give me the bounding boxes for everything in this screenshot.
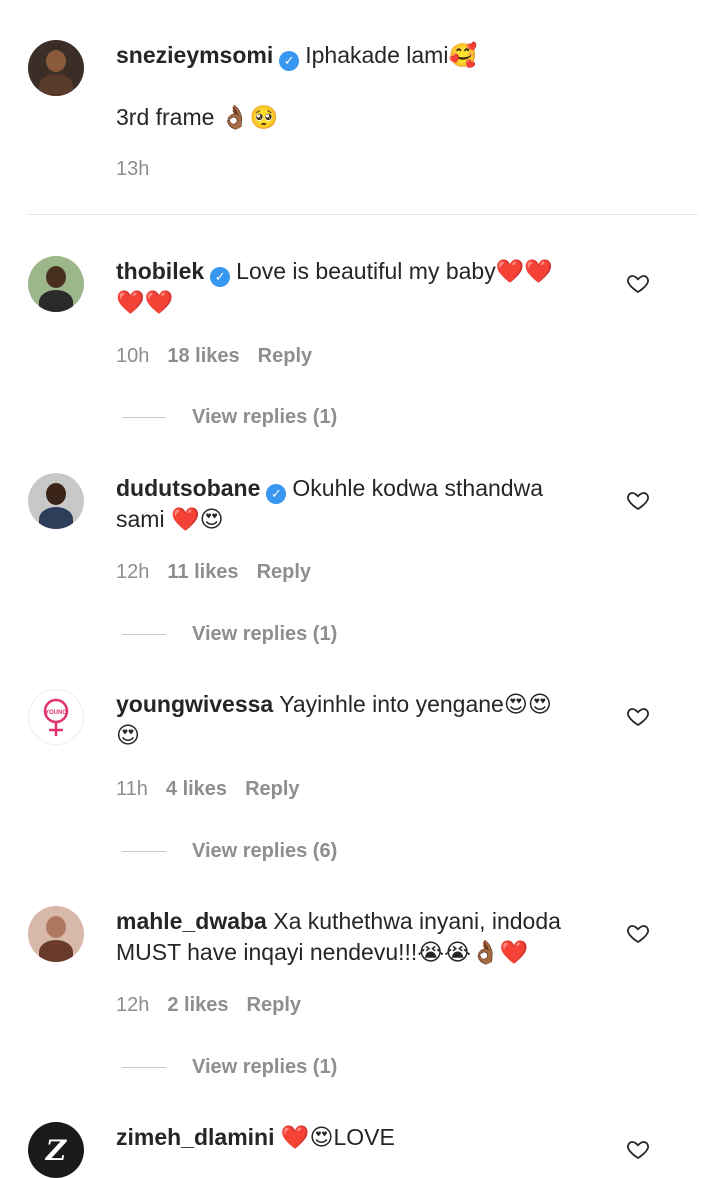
likes-count[interactable]: 2 likes (167, 994, 228, 1016)
replies-divider-line (122, 1067, 166, 1068)
verified-badge-icon: ✓ (266, 484, 287, 504)
view-replies-label: View replies (1) (192, 1056, 338, 1078)
likes-count[interactable]: 18 likes (167, 345, 239, 367)
comment-username[interactable]: snezieymsomi (116, 42, 273, 68)
comment-text-line2: ❤️❤️ (116, 289, 174, 315)
heart-outline-icon[interactable] (626, 1137, 650, 1161)
replies-divider-line (122, 417, 166, 418)
comment-text: Love is beautiful my baby❤️❤️ (236, 258, 553, 284)
view-replies-label: View replies (6) (192, 840, 338, 862)
comment-username[interactable]: zimeh_dlamini (116, 1124, 274, 1150)
reply-button[interactable]: Reply (245, 778, 299, 800)
heart-outline-icon[interactable] (626, 704, 650, 728)
comment-text: Iphakade lami🥰 (305, 42, 478, 68)
comment-username[interactable]: youngwivessa (116, 691, 273, 717)
comment-username[interactable]: mahle_dwaba (116, 908, 267, 934)
avatar[interactable]: YOUNG (28, 689, 84, 745)
reply-button[interactable]: Reply (258, 345, 312, 367)
verified-badge-icon: ✓ (279, 51, 300, 71)
divider (28, 214, 698, 215)
likes-count[interactable]: 4 likes (166, 778, 227, 800)
view-replies-button[interactable]: View replies (1) (122, 1056, 337, 1079)
replies-divider-line (122, 634, 166, 635)
view-replies-label: View replies (1) (192, 623, 338, 645)
comment-time: 12h (116, 561, 150, 583)
avatar[interactable] (28, 40, 84, 96)
reply-button[interactable]: Reply (247, 994, 301, 1016)
verified-badge-icon: ✓ (210, 267, 231, 287)
reply-button[interactable]: Reply (257, 561, 311, 583)
logo-text: Z (45, 1134, 68, 1167)
logo-text: YOUNG (45, 710, 67, 716)
comment-username[interactable]: dudutsobane (116, 475, 260, 501)
comment-time: 12h (116, 994, 150, 1016)
comment-text: Xa kuthethwa inyani, indoda (273, 908, 561, 934)
avatar[interactable] (28, 473, 84, 529)
comment-text: Okuhle kodwa sthandwa (292, 475, 543, 501)
heart-outline-icon[interactable] (626, 271, 650, 295)
heart-outline-icon[interactable] (626, 488, 650, 512)
avatar[interactable] (28, 906, 84, 962)
comment-text-line2: 3rd frame 👌🏾🥺 (116, 104, 279, 130)
comment-text-line2: MUST have inqayi nendevu!!!😭😭👌🏾❤️ (116, 939, 529, 965)
view-replies-label: View replies (1) (192, 406, 338, 428)
view-replies-button[interactable]: View replies (6) (122, 840, 337, 863)
view-replies-button[interactable]: View replies (1) (122, 406, 337, 429)
view-replies-button[interactable]: View replies (1) (122, 623, 337, 646)
comment-username[interactable]: thobilek (116, 258, 204, 284)
comment-text-line2: sami ❤️😍 (116, 506, 224, 532)
venus-logo-icon: YOUNG (43, 698, 69, 736)
comment-text: ❤️😍LOVE (280, 1124, 395, 1150)
avatar[interactable] (28, 256, 84, 312)
avatar[interactable]: Z (28, 1122, 84, 1178)
comment-time: 13h (116, 158, 150, 180)
comment-time: 10h (116, 345, 150, 367)
comment-text: Yayinhle into yengane😍😍 (279, 691, 552, 717)
comment-text-line2: 😍 (116, 722, 140, 748)
replies-divider-line (122, 851, 166, 852)
comment-time: 11h (116, 778, 148, 800)
z-logo-icon: Z (45, 1134, 68, 1167)
likes-count[interactable]: 11 likes (167, 561, 238, 583)
heart-outline-icon[interactable] (626, 921, 650, 945)
